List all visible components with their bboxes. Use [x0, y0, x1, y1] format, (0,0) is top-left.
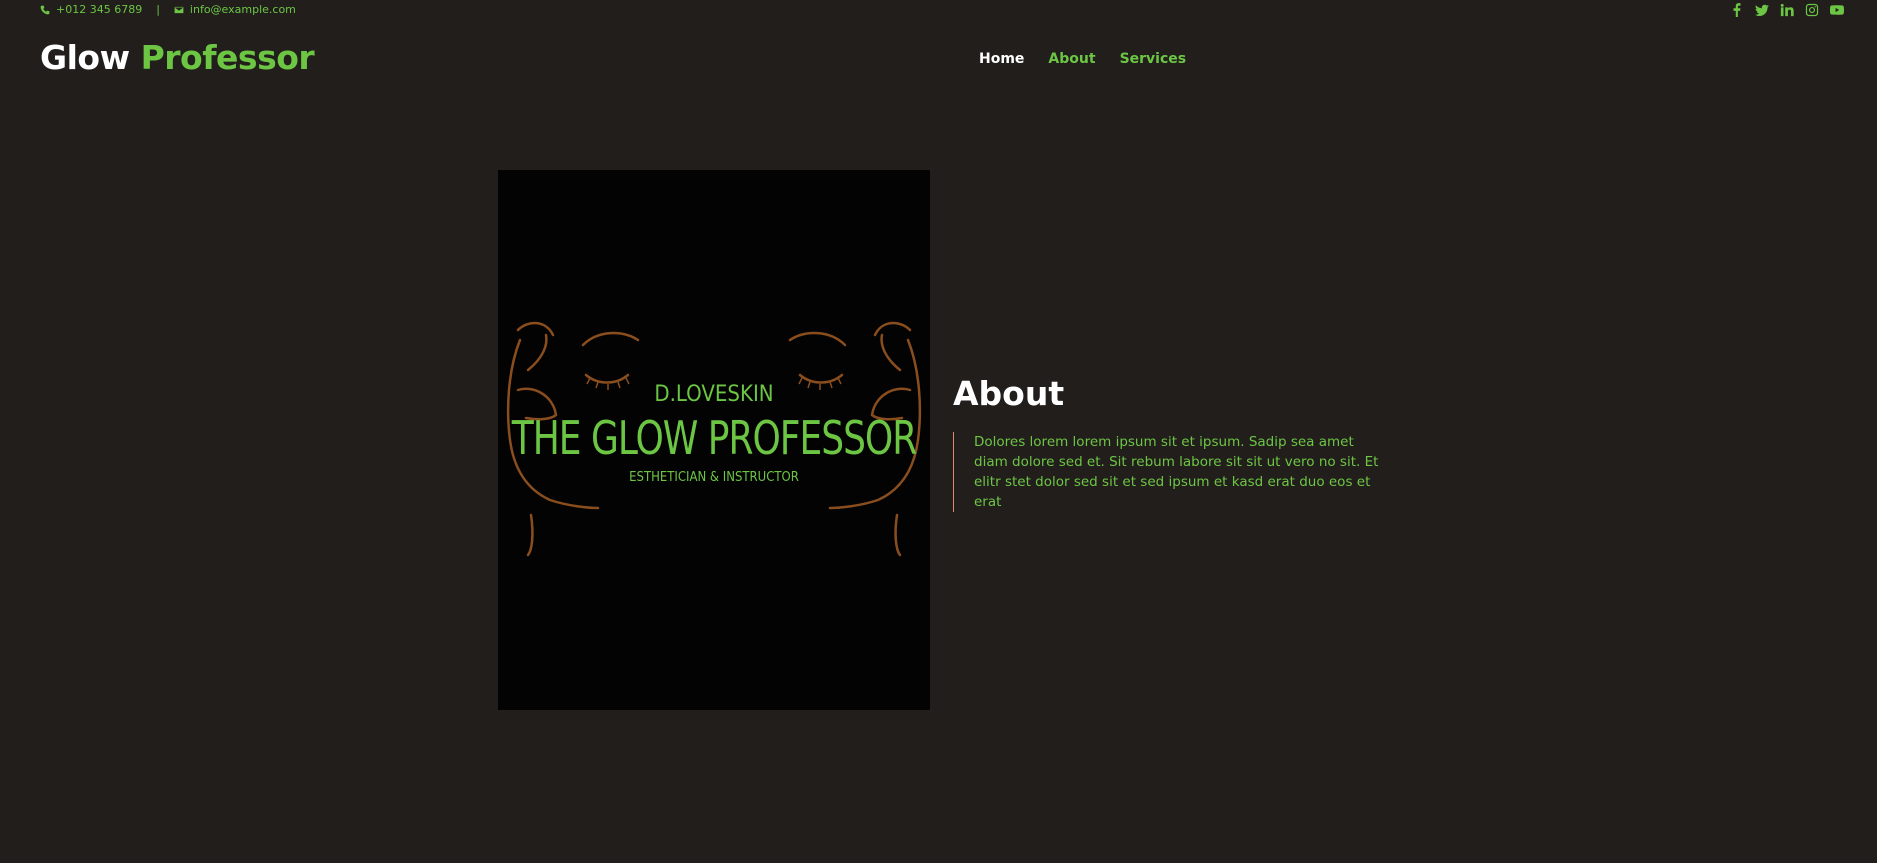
- poster-subtitle-line: ESTHETICIAN & INSTRUCTOR: [629, 470, 799, 485]
- about-heading: About: [953, 374, 1065, 413]
- instagram-icon[interactable]: [1804, 2, 1819, 17]
- contact-info: +012 345 6789 | info@example.com: [40, 3, 296, 16]
- poster-brand-line: D.LOVESKIN: [654, 382, 774, 407]
- nav-item-about[interactable]: About: [1048, 51, 1095, 67]
- contact-separator: |: [156, 3, 160, 16]
- top-bar: +012 345 6789 | info@example.com: [0, 0, 1877, 20]
- poster-title-line: THE GLOW PROFESSOR: [511, 412, 918, 466]
- about-image: D.LOVESKIN THE GLOW PROFESSOR ESTHETICIA…: [498, 170, 930, 710]
- site-logo[interactable]: Glow Professor: [40, 38, 315, 77]
- linkedin-icon[interactable]: [1779, 2, 1794, 17]
- about-paragraph: Dolores lorem lorem ipsum sit et ipsum. …: [953, 432, 1383, 512]
- main-nav: Home About Services: [979, 51, 1186, 67]
- envelope-icon: [174, 6, 184, 13]
- youtube-icon[interactable]: [1829, 2, 1844, 17]
- phone-icon: [40, 5, 50, 14]
- phone-number[interactable]: +012 345 6789: [56, 3, 142, 16]
- logo-word-professor: Professor: [140, 38, 315, 77]
- logo-word-glow: Glow: [40, 38, 130, 77]
- social-links: [1729, 2, 1844, 17]
- twitter-icon[interactable]: [1754, 2, 1769, 17]
- facebook-icon[interactable]: [1729, 2, 1744, 17]
- email-address[interactable]: info@example.com: [190, 3, 296, 16]
- nav-item-services[interactable]: Services: [1120, 51, 1187, 67]
- nav-item-home[interactable]: Home: [979, 51, 1024, 67]
